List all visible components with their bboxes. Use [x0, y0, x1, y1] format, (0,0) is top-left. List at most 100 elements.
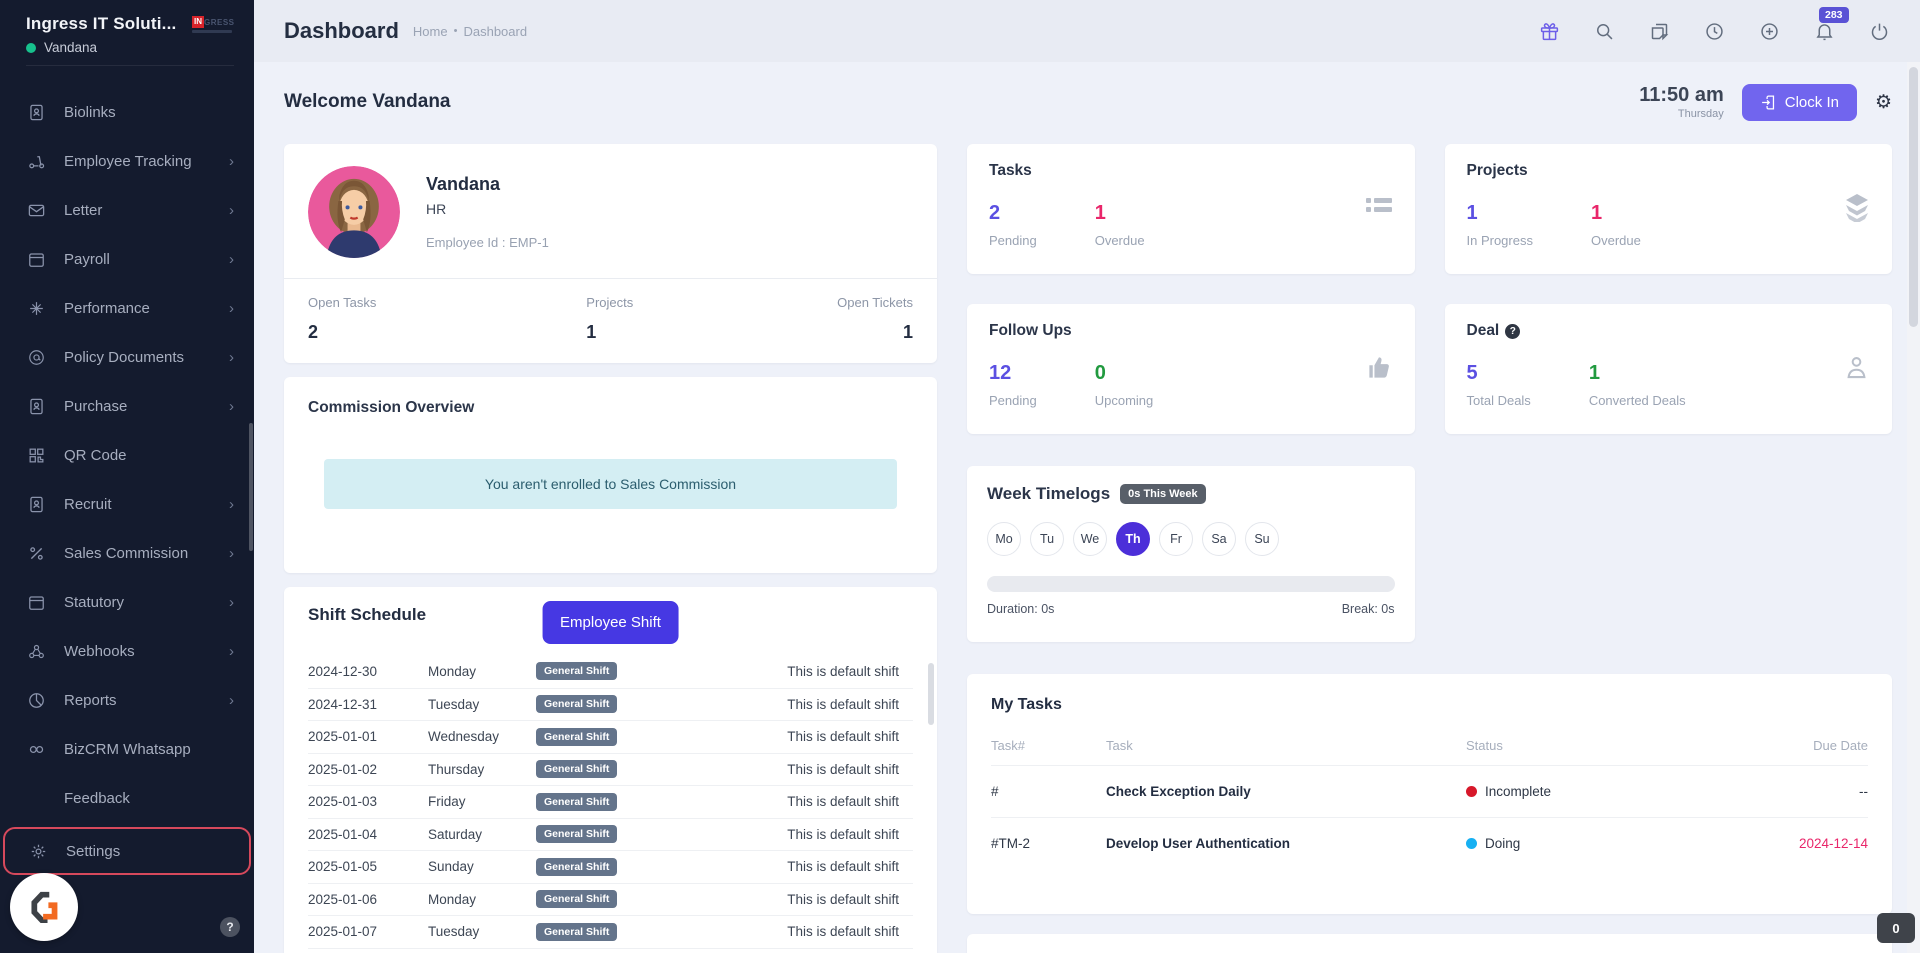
- task-row[interactable]: #TM-2 Develop User Authentication Doing …: [991, 817, 1868, 869]
- sidebar-item-settings[interactable]: Settings: [3, 827, 251, 875]
- shift-row: 2025-01-01 Wednesday General Shift This …: [308, 720, 913, 753]
- sidebar-item-payroll[interactable]: Payroll ›: [0, 235, 254, 284]
- my-tasks-card: My Tasks Task# Task Status Due Date # Ch…: [967, 674, 1892, 914]
- sidebar-item-recruit[interactable]: Recruit ›: [0, 480, 254, 529]
- sidebar-item-performance[interactable]: Performance ›: [0, 284, 254, 333]
- notes-icon[interactable]: [1648, 20, 1670, 42]
- shift-note: This is default shift: [696, 697, 913, 712]
- metric-value: 2: [989, 202, 1037, 225]
- task-name: Check Exception Daily: [1106, 784, 1466, 799]
- day-su[interactable]: Su: [1245, 522, 1279, 556]
- metric-label: Pending: [989, 233, 1037, 248]
- day-th-selected[interactable]: Th: [1116, 522, 1150, 556]
- sidebar-item-purchase[interactable]: Purchase ›: [0, 382, 254, 431]
- shift-badge: General Shift: [536, 728, 617, 746]
- page-scrollbar-thumb[interactable]: [1909, 67, 1918, 327]
- chat-count-badge[interactable]: 0: [1877, 913, 1915, 943]
- metric-pending: 2 Pending: [989, 202, 1037, 248]
- sidebar-item-label: Purchase: [64, 398, 229, 415]
- shift-date: 2025-01-04: [308, 827, 428, 842]
- login-arrow-icon: [1760, 94, 1777, 111]
- sidebar-item-reports[interactable]: Reports ›: [0, 676, 254, 725]
- shift-note: This is default shift: [696, 827, 913, 842]
- profile-role: HR: [426, 201, 549, 217]
- day-sa[interactable]: Sa: [1202, 522, 1236, 556]
- sidebar-item-qr-code[interactable]: QR Code: [0, 431, 254, 480]
- shift-row: 2025-01-02 Thursday General Shift This i…: [308, 753, 913, 786]
- follow-ups-card-title: Follow Ups: [989, 322, 1393, 340]
- commission-overview-card: Commission Overview You aren't enrolled …: [284, 377, 937, 573]
- clock-icon[interactable]: [1703, 20, 1725, 42]
- gift-icon[interactable]: [1538, 20, 1560, 42]
- metric-value: 12: [989, 362, 1037, 385]
- power-icon[interactable]: [1868, 20, 1890, 42]
- profile-card: Vandana HR Employee Id : EMP-1 Open Task…: [284, 144, 937, 363]
- clock-in-button[interactable]: Clock In: [1742, 84, 1857, 121]
- sidebar-item-letter[interactable]: Letter ›: [0, 186, 254, 235]
- dashboard-content: Welcome Vandana 11:50 am Thursday Clock …: [254, 62, 1920, 953]
- breadcrumb: Home • Dashboard: [413, 24, 527, 39]
- deal-help-icon[interactable]: ?: [1505, 324, 1520, 339]
- sidebar-item-feedback[interactable]: Feedback: [0, 774, 254, 823]
- sidebar-item-employee-tracking[interactable]: Employee Tracking ›: [0, 137, 254, 186]
- employee-shift-button[interactable]: Employee Shift: [542, 601, 679, 644]
- search-icon[interactable]: [1593, 20, 1615, 42]
- task-row[interactable]: # Check Exception Daily Incomplete --: [991, 765, 1868, 817]
- shift-day: Friday: [428, 794, 536, 809]
- shift-schedule-card: Shift Schedule Employee Shift 2024-12-30…: [284, 587, 937, 953]
- avatar: [308, 166, 400, 258]
- ingress-logo-in: IN: [192, 16, 204, 28]
- sidebar-item-label: Employee Tracking: [64, 153, 229, 170]
- week-timelogs-title: Week Timelogs: [987, 484, 1110, 504]
- sidebar-item-bizcrm-whatsapp[interactable]: BizCRM Whatsapp: [0, 725, 254, 774]
- shift-badge: General Shift: [536, 793, 617, 811]
- person-icon: [1843, 354, 1870, 386]
- metric-pending: 12 Pending: [989, 362, 1037, 408]
- metric-label: Total Deals: [1467, 393, 1531, 408]
- shift-day: Saturday: [428, 827, 536, 842]
- profile-stats: Open Tasks 2 Projects 1 Open Tickets 1: [284, 279, 937, 363]
- chevron-right-icon: ›: [229, 301, 234, 316]
- shift-day: Monday: [428, 664, 536, 679]
- sidebar-divider: [26, 65, 234, 66]
- shift-note: This is default shift: [696, 762, 913, 777]
- envelope-icon: [26, 201, 46, 221]
- column-status: Status: [1466, 738, 1718, 753]
- task-due-date: --: [1718, 784, 1868, 799]
- at-icon: [26, 348, 46, 368]
- page-title: Dashboard: [284, 18, 399, 44]
- task-name: Develop User Authentication: [1106, 836, 1466, 851]
- task-due-date: 2024-12-14: [1718, 836, 1868, 851]
- sidebar-scrollbar[interactable]: [249, 423, 253, 551]
- chevron-right-icon: ›: [229, 252, 234, 267]
- help-icon[interactable]: ?: [220, 917, 240, 937]
- sidebar-item-label: Recruit: [64, 496, 229, 513]
- shift-date: 2025-01-01: [308, 729, 428, 744]
- bizcrm-logo[interactable]: [10, 873, 78, 941]
- link-icon: [26, 740, 46, 760]
- sidebar-nav: Biolinks Employee Tracking › Letter › Pa…: [0, 76, 254, 875]
- column-task: Task: [1106, 738, 1466, 753]
- weekday-selector: Mo Tu We Th Fr Sa Su: [987, 522, 1395, 556]
- my-tasks-title: My Tasks: [991, 696, 1868, 714]
- shift-badge: General Shift: [536, 825, 617, 843]
- page-scrollbar[interactable]: [1907, 62, 1920, 953]
- sidebar-item-statutory[interactable]: Statutory ›: [0, 578, 254, 627]
- day-tu[interactable]: Tu: [1030, 522, 1064, 556]
- bell-icon[interactable]: 283: [1813, 20, 1835, 42]
- projects-card: Projects 1 In Progress 1: [1445, 144, 1893, 274]
- sidebar-item-biolinks[interactable]: Biolinks: [0, 88, 254, 137]
- breadcrumb-home[interactable]: Home: [413, 24, 448, 39]
- dashboard-settings-gear-icon[interactable]: ⚙: [1875, 91, 1892, 114]
- metric-label: Pending: [989, 393, 1037, 408]
- metric-label: Overdue: [1591, 233, 1641, 248]
- day-fr[interactable]: Fr: [1159, 522, 1193, 556]
- stat-open-tickets: Open Tickets 1: [837, 295, 913, 343]
- day-we[interactable]: We: [1073, 522, 1107, 556]
- day-mo[interactable]: Mo: [987, 522, 1021, 556]
- sidebar-item-sales-commission[interactable]: Sales Commission ›: [0, 529, 254, 578]
- sidebar-item-policy-documents[interactable]: Policy Documents ›: [0, 333, 254, 382]
- shift-table-scrollbar[interactable]: [928, 663, 934, 725]
- sidebar-item-webhooks[interactable]: Webhooks ›: [0, 627, 254, 676]
- plus-circle-icon[interactable]: [1758, 20, 1780, 42]
